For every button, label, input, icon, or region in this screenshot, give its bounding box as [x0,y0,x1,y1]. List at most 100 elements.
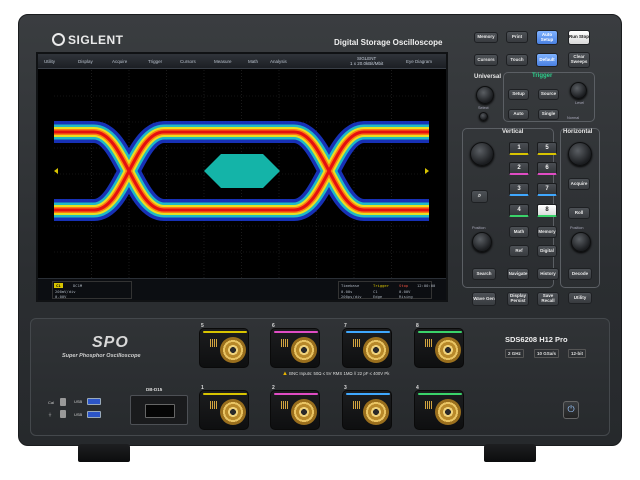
brand-logo-text: SIGLENT [68,33,124,47]
cursors-button[interactable]: Cursors [474,54,498,66]
ch1-info[interactable]: C1 DC1M 200mV/div 0.00V [52,281,132,299]
menu-trigger[interactable]: Trigger [148,59,162,64]
channel-5-input[interactable] [199,328,249,368]
trigger-setup-button[interactable]: Setup [508,89,529,100]
navigate-button[interactable]: Navigate [507,268,529,280]
bnc-connector-icon [220,337,246,363]
select-icon[interactable] [479,112,488,121]
channel-4-button[interactable]: 4 [509,204,529,217]
save-recall-button[interactable]: Save Recall [537,292,559,306]
clear-sweeps-button[interactable]: Clear Sweeps [568,52,590,68]
menu-utility[interactable]: Utility [44,59,55,64]
universal-knob[interactable] [476,86,494,104]
memory-ref-button[interactable]: Memory [537,226,557,238]
bnc-connector-icon [291,399,317,425]
screen-menubar: Utility Display Acquire Trigger Cursors … [38,54,446,69]
channel-3-led [346,393,390,395]
channel-6-input[interactable] [270,328,320,368]
auto-setup-button[interactable]: Auto Setup [536,30,558,45]
run-stop-button[interactable]: Run Stop [568,30,590,45]
trigger-level-caption: Level [575,101,585,105]
channel-2-button[interactable]: 2 [509,162,529,175]
print-button[interactable]: Print [506,31,528,43]
math-button[interactable]: Math [509,226,529,238]
acquire-button[interactable]: Acquire [568,178,590,190]
channel-7-button[interactable]: 7 [537,183,557,196]
ref-button[interactable]: Ref [509,245,529,257]
waveform-eye-diagram[interactable] [54,70,429,278]
trigger-level-marker [425,168,429,174]
channel-6-button[interactable]: 6 [537,162,557,175]
trigger-slope: Rising [399,294,413,299]
usb-port-1[interactable] [87,398,101,405]
timebase-info[interactable]: Timebase 0.00s 200ps/div Trigger C1 Edge… [338,281,435,299]
trigger-source-button[interactable]: Source [538,89,559,100]
eye-diagram-tab[interactable]: Eye Diagram [406,59,432,64]
probe-interface-icon [425,339,433,347]
channel-7-input[interactable] [342,328,392,368]
trigger-level-knob[interactable] [570,82,587,99]
channel-1-button[interactable]: 1 [509,142,529,155]
db-connector-icon [145,404,175,418]
cal-label: Cal [48,400,55,405]
display-screen[interactable]: Utility Display Acquire Trigger Cursors … [36,52,448,302]
power-button[interactable]: ⏻ [563,401,579,419]
screen-brand: SIGLENT 1 x 20.0kBit/Mbit [350,56,383,66]
menu-acquire[interactable]: Acquire [112,59,127,64]
history-button[interactable]: History [537,268,559,280]
roll-button[interactable]: Roll [568,207,590,219]
bnc-connector-icon [363,399,389,425]
channel-2-input[interactable] [270,390,320,430]
cal-terminal[interactable] [60,398,66,406]
vertical-label: Vertical [502,129,524,135]
digital-probe-port[interactable] [130,395,188,425]
horizontal-position-knob[interactable] [571,232,591,252]
channel-4-input[interactable] [414,390,464,430]
search-button[interactable]: Search [472,268,496,280]
vertical-scale-knob[interactable] [470,142,494,166]
trigger-mode: Edge [373,294,383,299]
trigger-auto-button[interactable]: Auto [508,109,529,120]
channel-1-led [203,393,247,395]
channel-8-button[interactable]: 8 [537,204,557,217]
channel-2-led [274,393,318,395]
channel-8-led [418,331,462,333]
spo-logo: SPO [92,334,129,351]
decode-button[interactable]: Decode [568,268,592,280]
ch1-coupling: DC1M [73,283,83,288]
menu-math[interactable]: Math [248,59,258,64]
horizontal-position-caption: Position [570,226,584,230]
utility-button[interactable]: Utility [568,292,592,304]
probe-interface-icon [425,401,433,409]
sample-info: 1 x 20.0kBit/Mbit [350,61,384,66]
menu-analysis[interactable]: Analysis [270,59,287,64]
wavegen-button[interactable]: Wave Gen [472,292,496,306]
menu-display[interactable]: Display [78,59,93,64]
default-button[interactable]: Default [536,53,558,67]
channel-3-button[interactable]: 3 [509,183,529,196]
probe-interface-icon [281,401,289,409]
vertical-position-caption: Position [472,226,486,230]
memory-button[interactable]: Memory [474,32,498,43]
ground-terminal[interactable] [60,410,66,418]
usb-label-1: USB [74,399,83,404]
channel-8-input[interactable] [414,328,464,368]
channel-1-input[interactable] [199,390,249,430]
status-bar: C1 DC1M 200mV/div 0.00V Timebase 0.00s 2… [38,278,446,300]
zoom-icon[interactable]: ⌕ [471,190,488,203]
usb-port-2[interactable] [87,411,101,418]
probe-interface-icon [210,401,218,409]
trigger-single-button[interactable]: Single [538,109,559,120]
vertical-position-knob[interactable] [472,232,492,252]
probe-interface-icon [353,401,361,409]
spo-subtitle: Super Phosphor Oscilloscope [62,353,141,359]
menu-cursors[interactable]: Cursors [180,59,196,64]
menu-measure[interactable]: Measure [214,59,232,64]
channel-5-button[interactable]: 5 [537,142,557,155]
channel-3-input[interactable] [342,390,392,430]
display-persist-button[interactable]: Display Persist [507,292,529,306]
digital-button[interactable]: Digital [537,245,557,257]
horizontal-scale-knob[interactable] [568,142,592,166]
bnc-connector-icon [220,399,246,425]
touch-button[interactable]: Touch [506,54,528,66]
